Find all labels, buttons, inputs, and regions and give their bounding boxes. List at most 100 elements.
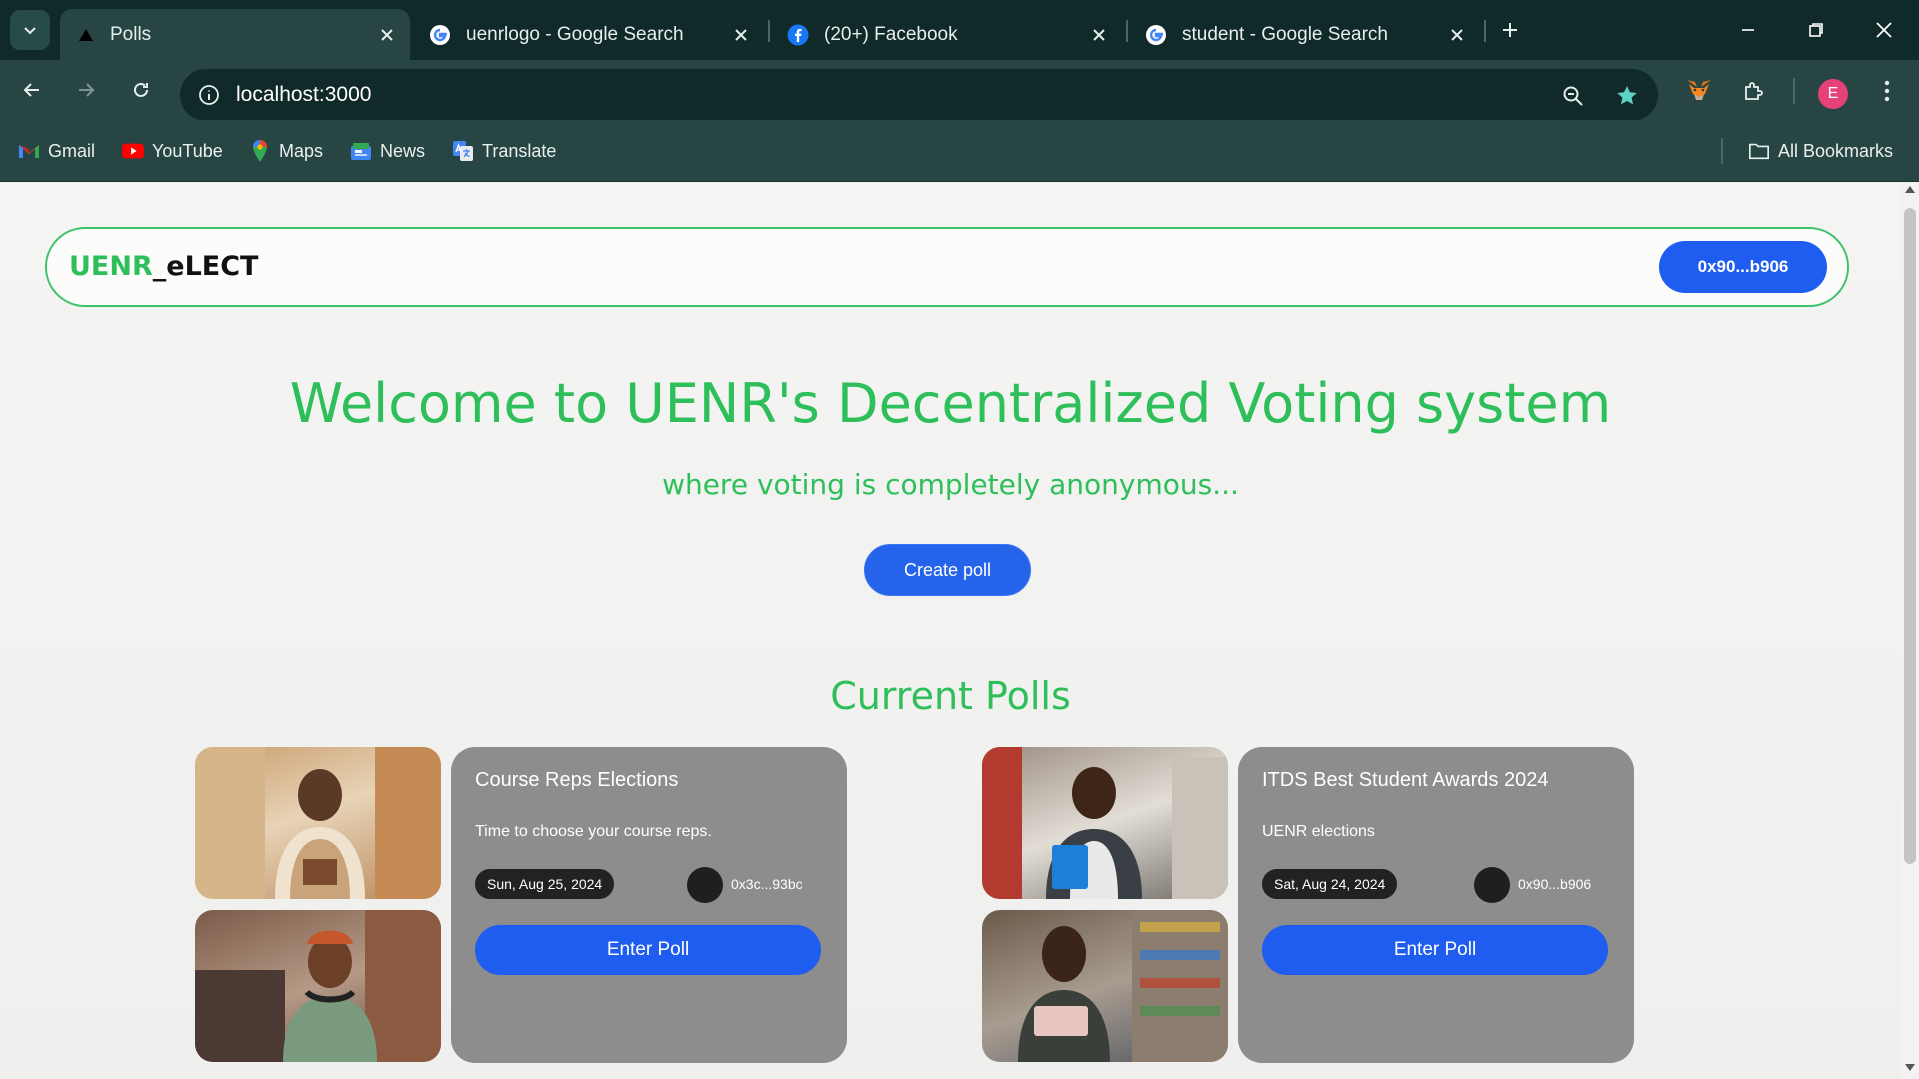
close-icon[interactable] [374,22,400,48]
google-icon [428,23,452,47]
facebook-icon [786,23,810,47]
bookmark-news[interactable]: News [350,137,425,165]
site-info-icon[interactable] [196,82,222,108]
close-icon[interactable] [728,22,754,48]
poll-description: UENR elections [1262,823,1375,840]
restore-button[interactable] [1794,10,1838,50]
minimize-icon [1742,29,1754,31]
metamask-icon[interactable] [1682,74,1716,108]
tab-title: (20+) Facebook [824,23,958,45]
enter-poll-button[interactable]: Enter Poll [475,925,821,975]
tab-title: Polls [110,23,152,45]
tab-polls[interactable]: Polls [60,9,410,60]
student-photo [195,747,441,899]
poll-owner-address: 0x3c...93bc [731,876,803,892]
poll-title: ITDS Best Student Awards 2024 [1262,769,1549,791]
close-icon [1876,22,1892,38]
reload-icon [134,82,148,97]
tab-title: student - Google Search [1182,23,1388,45]
poll-title: Course Reps Elections [475,769,679,791]
all-bookmarks-label: All Bookmarks [1778,140,1894,161]
page-scrollbar[interactable] [1901,182,1919,1079]
address-bar[interactable]: localhost:3000 [180,69,1658,121]
new-tab-button[interactable] [1494,14,1526,46]
bookmark-star-icon[interactable] [1612,81,1642,111]
poll-image [982,747,1228,899]
logo-elect: _eLECT [152,251,259,282]
url-text[interactable]: localhost:3000 [236,83,371,107]
tab-uenrlogo-search[interactable]: uenrlogo - Google Search [414,9,764,60]
minimize-button[interactable] [1726,10,1770,50]
logo-uenr: UENR [69,251,153,282]
profile-avatar[interactable]: E [1818,79,1848,109]
owner-avatar [687,867,723,903]
app-logo[interactable]: UENR_eLECT [69,251,258,282]
all-bookmarks-button[interactable]: All Bookmarks [1748,137,1893,165]
zoom-icon[interactable] [1558,81,1588,111]
poll-card: Course Reps Elections Time to choose you… [451,747,847,1063]
tab-separator [1484,20,1486,42]
poll-owner-address: 0x90...b906 [1518,876,1592,892]
hero-title: Welcome to UENR's Decentralized Voting s… [289,372,1612,435]
bookmark-maps[interactable]: Maps [249,137,323,165]
close-icon[interactable] [1086,22,1112,48]
bookmark-label: Maps [279,140,324,161]
chevron-down-icon [24,27,36,35]
plus-icon [1503,23,1517,37]
wallet-address-button[interactable]: 0x90...b906 [1659,241,1827,293]
bookmark-label: News [380,140,426,161]
bookmark-gmail[interactable]: Gmail [18,137,95,165]
tab-separator [768,20,770,42]
close-window-button[interactable] [1862,10,1906,50]
reload-button[interactable] [123,72,159,108]
poll-image [195,747,441,899]
tab-separator [1126,20,1128,42]
close-icon[interactable] [1444,22,1470,48]
app-header: UENR_eLECT 0x90...b906 [45,227,1849,307]
student-photo [982,747,1228,899]
poll-description: Time to choose your course reps. [475,823,712,840]
bookmarks-divider [1721,138,1723,164]
current-polls-heading: Current Polls [830,674,1071,718]
student-photo [195,910,441,1062]
create-poll-button[interactable]: Create poll [864,544,1031,596]
bookmark-translate[interactable]: Translate [452,137,556,165]
tab-facebook[interactable]: (20+) Facebook [772,9,1122,60]
bookmarks-bar: Gmail YouTube Maps News Translate All Bo… [0,120,1919,182]
extensions-puzzle-icon[interactable] [1737,74,1771,108]
page-viewport: UENR_eLECT 0x90...b906 Welcome to UENR's… [0,182,1901,1079]
enter-poll-button[interactable]: Enter Poll [1262,925,1608,975]
news-icon [350,140,372,162]
tab-search-button[interactable] [10,10,50,50]
tab-strip: Polls uenrlogo - Google Search (20+) Fac… [0,0,1919,60]
translate-icon [452,140,474,162]
owner-avatar [1474,867,1510,903]
poll-date-badge: Sat, Aug 24, 2024 [1262,869,1398,899]
scroll-up-arrow-icon[interactable] [1905,186,1915,193]
arrow-left-icon [23,83,39,97]
scrollbar-thumb[interactable] [1904,208,1916,864]
browser-toolbar: localhost:3000 E [0,60,1919,121]
google-icon [1144,23,1168,47]
poll-date-badge: Sun, Aug 25, 2024 [475,869,615,899]
poll-image [982,910,1228,1062]
forward-button[interactable] [68,72,104,108]
bookmark-label: Translate [482,140,557,161]
tab-title: uenrlogo - Google Search [466,23,684,45]
bookmark-youtube[interactable]: YouTube [122,137,223,165]
scroll-down-arrow-icon[interactable] [1905,1064,1915,1071]
toolbar-divider [1793,78,1795,104]
bookmark-label: YouTube [152,140,223,161]
gmail-icon [18,140,40,162]
back-button[interactable] [14,72,50,108]
maps-icon [249,140,271,162]
poll-image [195,910,441,1062]
kebab-menu-icon[interactable] [1870,74,1904,108]
hero-subtitle: where voting is completely anonymous... [662,468,1239,501]
poll-card: ITDS Best Student Awards 2024 UENR elect… [1238,747,1634,1063]
youtube-icon [122,140,144,162]
bookmark-label: Gmail [48,140,96,161]
tab-student-search[interactable]: student - Google Search [1130,9,1480,60]
folder-icon [1748,140,1770,162]
restore-icon [1809,23,1823,37]
